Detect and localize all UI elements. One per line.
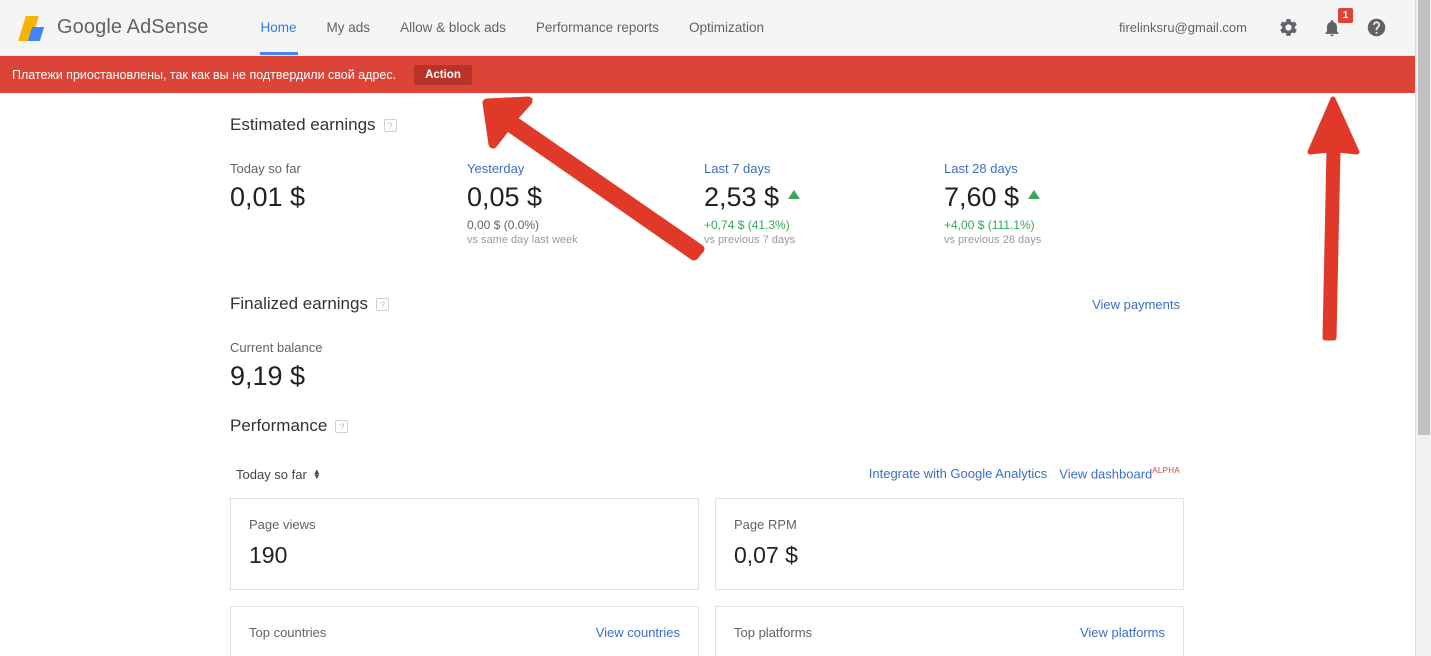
main-content: Estimated earnings ? Today so far 0,01 $…: [0, 93, 1415, 656]
adsense-logo-icon: [18, 14, 48, 42]
earnings-value-today: 0,01 $: [230, 182, 467, 212]
trend-up-icon: [788, 189, 801, 199]
view-payments-link[interactable]: View payments: [1092, 297, 1180, 312]
nav-item-performance-reports-label: Performance reports: [535, 20, 659, 35]
earnings-value-last-7-days: 2,53 $: [704, 183, 944, 211]
nav-item-home-label: Home: [260, 20, 297, 35]
nav-item-optimization[interactable]: Optimization: [674, 0, 779, 55]
nav-item-performance-reports[interactable]: Performance reports: [521, 0, 674, 55]
brand-name-adsense: AdSense: [122, 16, 209, 38]
alert-message: Платежи приостановлены, так как вы не по…: [12, 67, 397, 82]
performance-list-cards: Top countries View countries Top platfor…: [230, 605, 1184, 656]
earnings-value-last-28-days: 7,60 $: [944, 183, 1184, 211]
gear-icon: [1279, 19, 1297, 36]
nav-item-home[interactable]: Home: [246, 0, 312, 55]
page-views-card: Page views 190: [230, 497, 699, 590]
top-countries-card: Top countries View countries: [230, 605, 699, 656]
earnings-sub-last-28-days: vs previous 28 days: [944, 234, 1042, 247]
earnings-column-last-28-days: Last 28 days 7,60 $ +4,00 $ (111.1%) vs …: [944, 161, 1184, 246]
payments-suspended-alert: Платежи приостановлены, так как вы не по…: [0, 56, 1415, 93]
page-rpm-value: 0,07 $: [734, 541, 798, 568]
trend-up-icon: [1028, 189, 1041, 199]
finalized-earnings-help-icon[interactable]: ?: [375, 297, 389, 311]
nav-item-allow-block-ads[interactable]: Allow & block ads: [385, 0, 521, 55]
estimated-earnings-title: Estimated earnings ?: [230, 115, 1415, 135]
performance-metric-cards: Page views 190 Page RPM 0,07 $: [230, 497, 1184, 590]
earnings-delta-last-28-days: +4,00 $ (111.1%): [944, 218, 1035, 233]
current-balance-label: Current balance: [230, 340, 323, 356]
earnings-label-last-7-days[interactable]: Last 7 days: [704, 161, 944, 176]
earnings-label-today: Today so far: [230, 161, 301, 176]
earnings-delta-last-7-days: +0,74 $ (41.3%): [704, 218, 790, 233]
earnings-value-today-text: 0,01 $: [230, 182, 306, 212]
help-button[interactable]: [1363, 15, 1389, 41]
performance-title: Performance ?: [230, 416, 1415, 436]
estimated-earnings-help-icon[interactable]: ?: [383, 118, 397, 132]
current-balance-value: 9,19 $: [230, 361, 306, 392]
alpha-badge: ALPHA: [1152, 466, 1180, 476]
brand-name-google: Google: [57, 16, 123, 38]
top-platforms-label: Top platforms: [734, 624, 813, 640]
notifications-button[interactable]: 1: [1319, 7, 1353, 41]
top-bar-right-actions: firelinksru@gmail.com 1: [1118, 7, 1389, 41]
help-circle-icon: [1367, 18, 1385, 37]
performance-toolbar: Today so far ▲ ▼ Integrate with Google An…: [230, 466, 1180, 481]
brand-logo[interactable]: Google AdSense: [18, 0, 209, 55]
earnings-label-yesterday[interactable]: Yesterday: [467, 161, 704, 176]
main-nav: Home My ads Allow & block ads Performanc…: [246, 0, 779, 55]
performance-toolbar-links: Integrate with Google Analytics View das…: [869, 466, 1180, 481]
alert-action-button[interactable]: Action: [414, 64, 472, 85]
view-countries-link[interactable]: View countries: [596, 625, 680, 640]
earnings-delta-yesterday: 0,00 $ (0.0%): [467, 218, 540, 233]
nav-item-allow-block-ads-label: Allow & block ads: [400, 20, 506, 35]
top-countries-label: Top countries: [249, 624, 327, 640]
nav-item-optimization-label: Optimization: [688, 20, 764, 35]
finalized-earnings-title-text: Finalized earnings: [230, 294, 368, 314]
brand-name: Google AdSense: [57, 16, 209, 39]
top-platforms-header: Top platforms View platforms: [734, 625, 1165, 640]
settings-button[interactable]: [1275, 15, 1301, 41]
finalized-earnings-header: Finalized earnings ? View payments: [230, 294, 1180, 314]
scrollbar-thumb[interactable]: [1418, 0, 1430, 435]
nav-item-my-ads[interactable]: My ads: [312, 0, 386, 55]
earnings-value-yesterday-text: 0,05 $: [467, 182, 543, 212]
page-rpm-card: Page RPM 0,07 $: [715, 497, 1184, 590]
finalized-earnings-title: Finalized earnings ?: [230, 294, 389, 314]
nav-item-my-ads-label: My ads: [326, 20, 371, 35]
top-countries-header: Top countries View countries: [249, 625, 680, 640]
view-dashboard-label: View dashboard: [1059, 466, 1153, 482]
estimated-earnings-title-text: Estimated earnings: [230, 115, 376, 134]
earnings-sub-last-7-days: vs previous 7 days: [704, 234, 796, 247]
performance-help-icon[interactable]: ?: [335, 419, 349, 433]
earnings-column-last-7-days: Last 7 days 2,53 $ +0,74 $ (41.3%) vs pr…: [704, 161, 944, 246]
page-rpm-label: Page RPM: [734, 516, 797, 532]
performance-title-text: Performance: [230, 416, 328, 436]
date-range-selector-label: Today so far: [236, 466, 307, 482]
earnings-value-last-7-days-text: 2,53 $: [704, 182, 780, 212]
integrate-google-analytics-link[interactable]: Integrate with Google Analytics: [869, 466, 1048, 481]
page-scrollbar[interactable]: [1415, 0, 1431, 656]
page-viewport: Google AdSense Home My ads Allow & block…: [0, 0, 1415, 656]
estimated-earnings-row: Today so far 0,01 $ Yesterday 0,05 $ 0,0…: [230, 161, 1415, 246]
page-views-label: Page views: [249, 516, 316, 532]
view-platforms-link[interactable]: View platforms: [1080, 625, 1165, 640]
earnings-sub-yesterday: vs same day last week: [467, 234, 578, 247]
earnings-value-yesterday: 0,05 $: [467, 182, 704, 212]
earnings-value-last-28-days-text: 7,60 $: [944, 182, 1020, 212]
date-range-selector[interactable]: Today so far ▲ ▼: [236, 467, 321, 482]
top-platforms-card: Top platforms View platforms: [715, 605, 1184, 656]
page-views-value: 190: [249, 541, 288, 568]
top-navigation-bar: Google AdSense Home My ads Allow & block…: [0, 0, 1415, 56]
notification-count-badge: 1: [1338, 7, 1353, 23]
sort-updown-icon: ▲ ▼: [312, 467, 321, 481]
earnings-column-yesterday: Yesterday 0,05 $ 0,00 $ (0.0%) vs same d…: [467, 161, 704, 246]
earnings-label-last-28-days[interactable]: Last 28 days: [944, 161, 1184, 176]
view-dashboard-link[interactable]: View dashboardALPHA: [1059, 466, 1180, 481]
earnings-column-today: Today so far 0,01 $: [230, 161, 467, 246]
account-email: firelinksru@gmail.com: [1118, 20, 1247, 35]
